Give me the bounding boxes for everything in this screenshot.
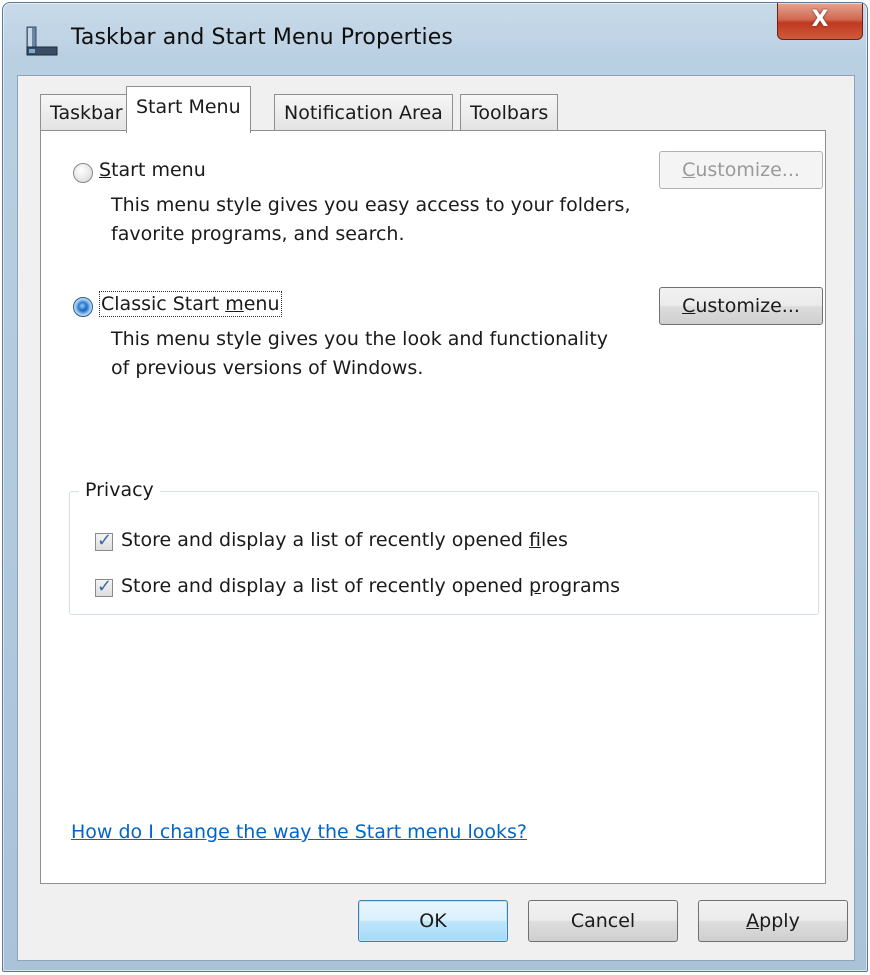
taskbar-app-icon bbox=[26, 26, 58, 56]
privacy-group-label: Privacy bbox=[79, 479, 160, 501]
dialog-client-area: Taskbar Start Menu Notification Area Too… bbox=[17, 75, 855, 961]
classic-start-menu-radio[interactable] bbox=[73, 297, 93, 317]
tab-start-menu[interactable]: Start Menu bbox=[126, 86, 251, 133]
classic-start-menu-radio-label[interactable]: Classic Start menu bbox=[99, 291, 282, 317]
cancel-button[interactable]: Cancel bbox=[528, 900, 678, 942]
checkmark-icon: ✓ bbox=[97, 576, 113, 597]
tab-taskbar[interactable]: Taskbar bbox=[40, 94, 133, 131]
start-menu-radio-label[interactable]: Start menu bbox=[99, 159, 206, 181]
tab-notification-area[interactable]: Notification Area bbox=[274, 94, 453, 131]
apply-button[interactable]: Apply bbox=[698, 900, 848, 942]
start-menu-radio[interactable] bbox=[73, 163, 93, 183]
classic-customize-button[interactable]: Customize... bbox=[659, 287, 823, 325]
tab-toolbars[interactable]: Toolbars bbox=[460, 94, 559, 131]
title-bar[interactable]: Taskbar and Start Menu Properties X bbox=[3, 3, 867, 75]
close-button[interactable]: X bbox=[777, 3, 863, 40]
checkmark-icon: ✓ bbox=[97, 530, 113, 551]
properties-dialog: Taskbar and Start Menu Properties X Task… bbox=[2, 2, 868, 972]
recent-programs-label[interactable]: Store and display a list of recently ope… bbox=[121, 575, 620, 597]
classic-start-menu-description: This menu style gives you the look and f… bbox=[111, 328, 609, 379]
start-menu-customize-button[interactable]: Customize... bbox=[659, 151, 823, 189]
window-title: Taskbar and Start Menu Properties bbox=[71, 25, 453, 50]
start-menu-tab-page: Start menu This menu style gives you eas… bbox=[40, 130, 826, 884]
ok-button[interactable]: OK bbox=[358, 900, 508, 942]
start-menu-description: This menu style gives you easy access to… bbox=[111, 194, 631, 245]
recent-files-checkbox[interactable]: ✓ bbox=[95, 530, 113, 551]
start-menu-help-link[interactable]: How do I change the way the Start menu l… bbox=[71, 821, 527, 843]
close-icon: X bbox=[811, 7, 829, 32]
recent-programs-checkbox[interactable]: ✓ bbox=[95, 576, 113, 597]
recent-files-label[interactable]: Store and display a list of recently ope… bbox=[121, 529, 568, 551]
